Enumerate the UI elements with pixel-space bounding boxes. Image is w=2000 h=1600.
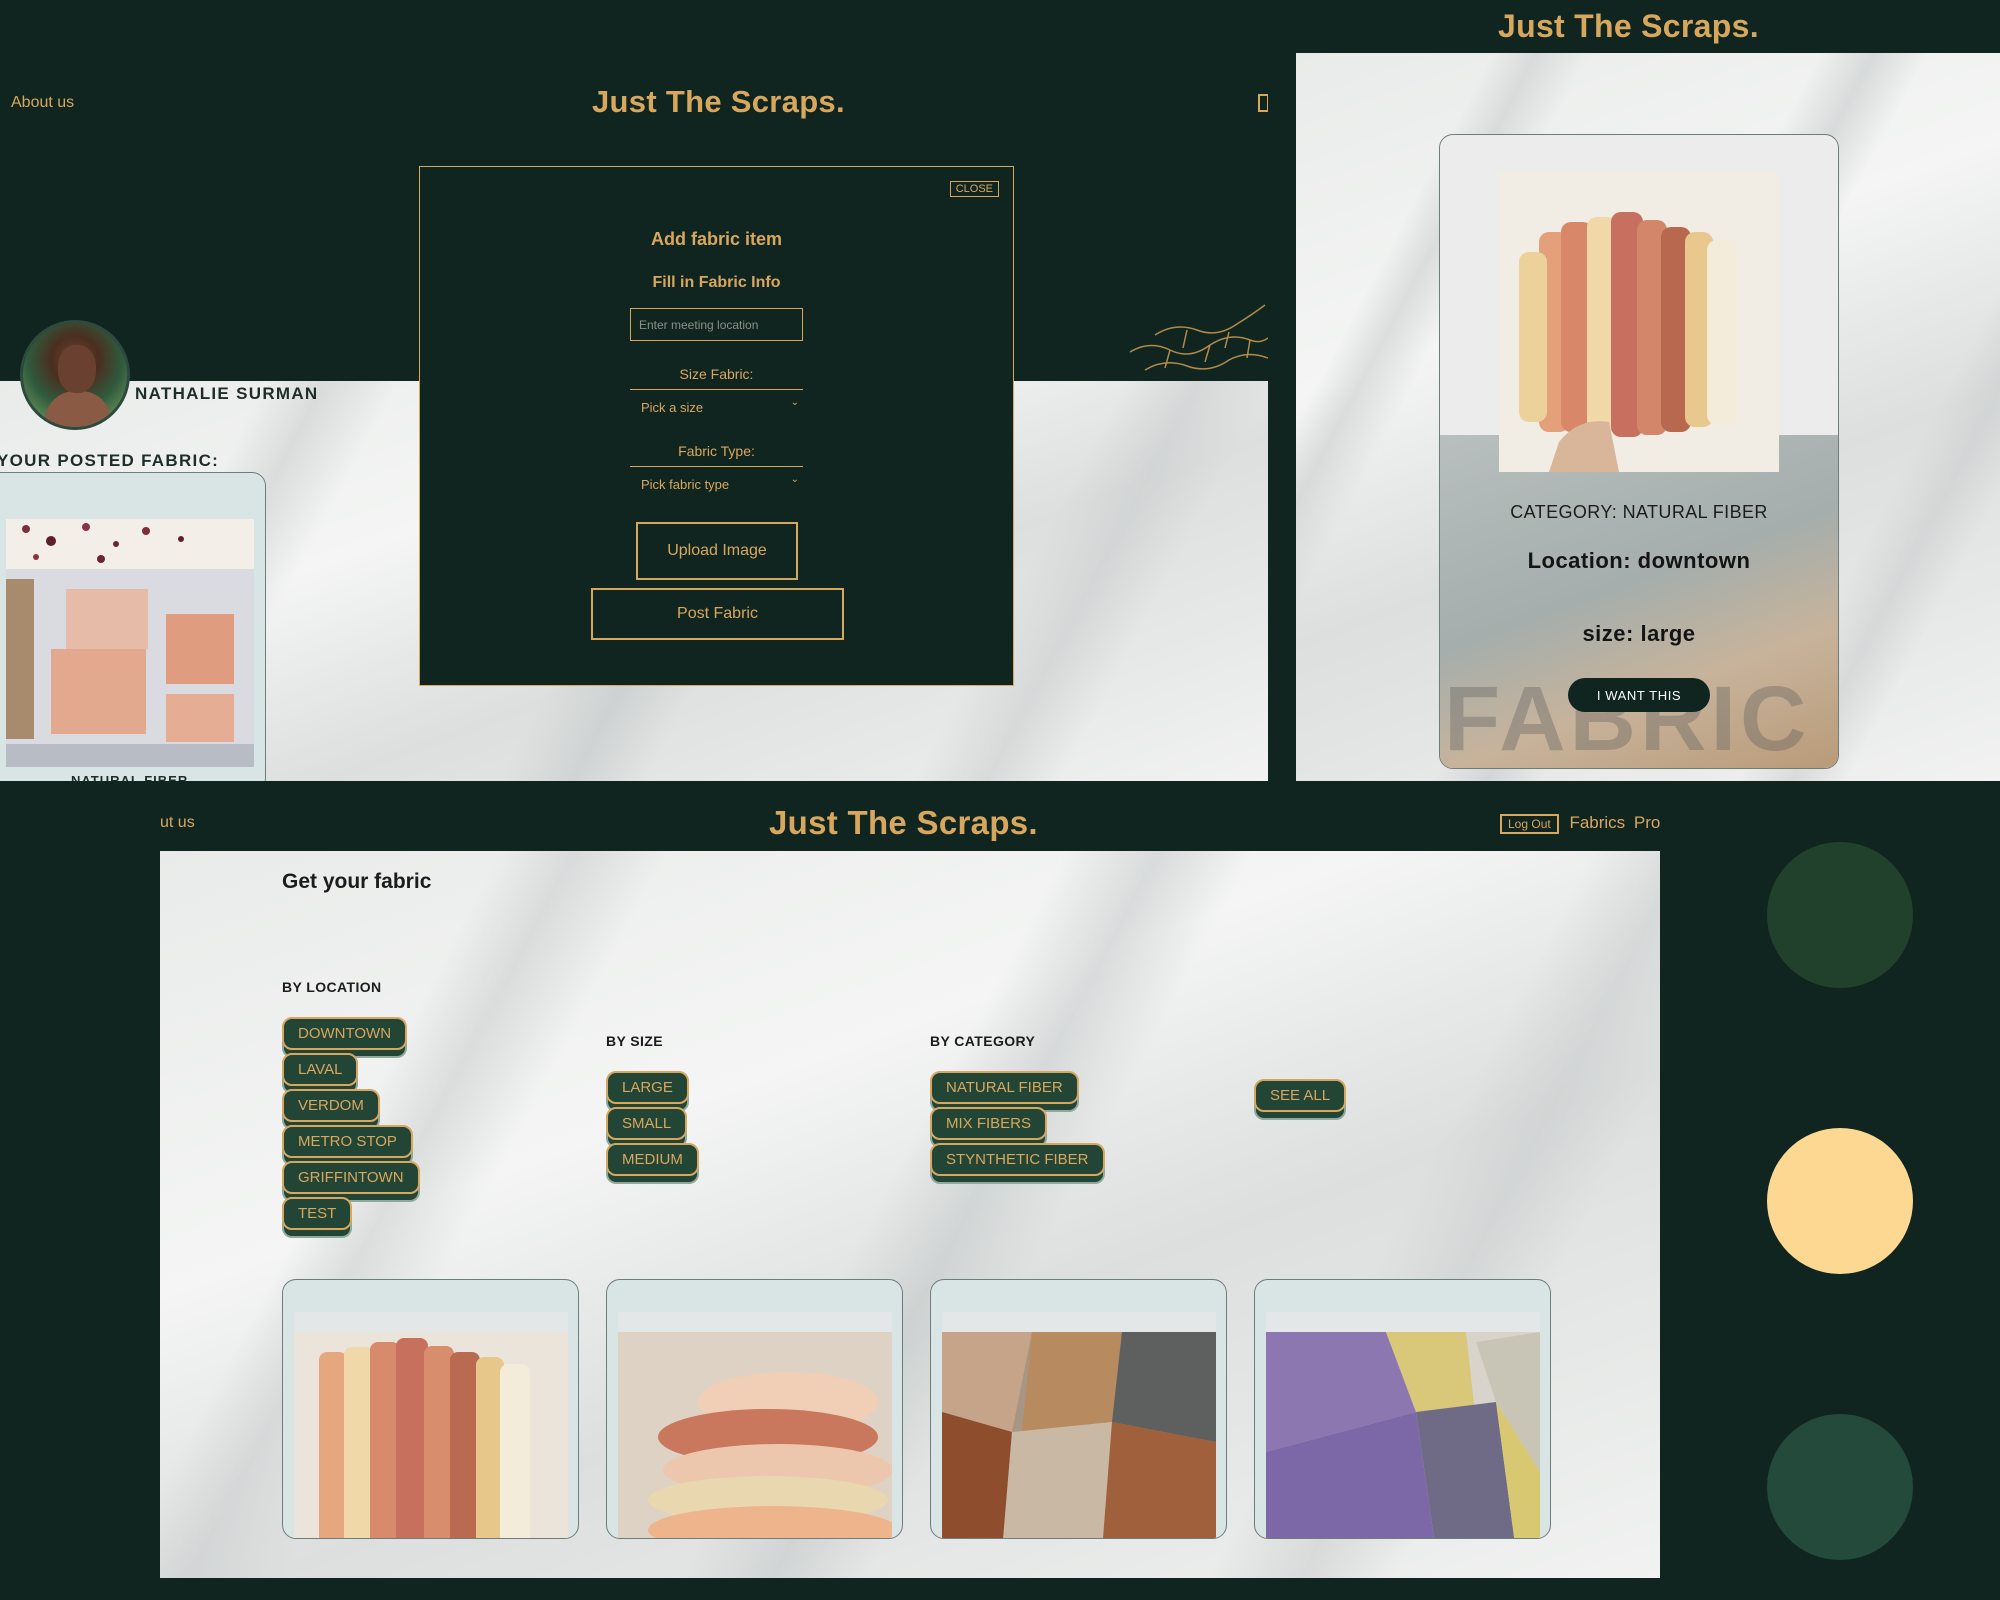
avatar[interactable] bbox=[20, 320, 130, 430]
filter-chip-category[interactable]: STYNTHETIC FIBER bbox=[930, 1143, 1105, 1176]
filter-chip-location[interactable]: VERDOM bbox=[282, 1089, 380, 1122]
i-want-this-button[interactable]: I WANT THIS bbox=[1568, 678, 1710, 712]
color-swatch-teal-green bbox=[1767, 1414, 1913, 1560]
filter-chip-category[interactable]: MIX FIBERS bbox=[930, 1107, 1048, 1140]
fabric-type-select-value: Pick fabric type bbox=[641, 477, 730, 492]
fabric-image bbox=[6, 519, 254, 767]
brand-title: Just The Scraps. bbox=[1498, 8, 1759, 44]
fabric-card[interactable] bbox=[930, 1279, 1227, 1539]
detail-category: CATEGORY: NATURAL FIBER bbox=[1510, 502, 1768, 522]
profile-name: NATHALIE SURMAN bbox=[135, 384, 319, 403]
filter-chip-category[interactable]: NATURAL FIBER bbox=[930, 1071, 1079, 1104]
chevron-down-icon: ⌄ bbox=[790, 397, 799, 408]
chevron-down-icon: ⌄ bbox=[790, 474, 799, 485]
nav-fabrics-link[interactable]: Fabrics bbox=[1569, 813, 1625, 832]
fabric-type-select[interactable]: Pick fabric type ⌄ bbox=[630, 466, 803, 492]
filter-chip-location[interactable]: GRIFFINTOWN bbox=[282, 1161, 420, 1194]
brand-title: Just The Scraps. bbox=[592, 84, 845, 119]
filter-chip-size[interactable]: LARGE bbox=[606, 1071, 689, 1104]
profile-panel: About us Just The Scraps. NATHALIE SURMA… bbox=[0, 0, 1268, 781]
decorative-sketch bbox=[1129, 304, 1268, 371]
add-fabric-modal: CLOSE Add fabric item Fill in Fabric Inf… bbox=[419, 166, 1014, 686]
logout-button[interactable]: Log Out bbox=[1500, 814, 1559, 834]
filter-chip-size[interactable]: MEDIUM bbox=[606, 1143, 699, 1176]
meeting-location-input[interactable] bbox=[630, 308, 803, 341]
brand-title: Just The Scraps. bbox=[769, 804, 1038, 841]
fabric-detail-card: CATEGORY: NATURAL FIBER Location: downto… bbox=[1439, 134, 1839, 769]
filter-category-heading: BY CATEGORY bbox=[930, 1033, 1036, 1049]
size-label: Size Fabric: bbox=[679, 366, 754, 382]
filter-chip-location[interactable]: DOWNTOWN bbox=[282, 1017, 408, 1050]
filter-chip-location[interactable]: LAVAL bbox=[282, 1053, 359, 1086]
modal-title: Add fabric item bbox=[650, 229, 783, 249]
menu-icon[interactable] bbox=[1258, 94, 1268, 112]
filter-size-heading: BY SIZE bbox=[606, 1033, 664, 1049]
fabric-card[interactable] bbox=[1254, 1279, 1551, 1539]
posted-fabric-label: YOUR POSTED FABRIC: bbox=[0, 451, 220, 470]
size-select[interactable]: Pick a size ⌄ bbox=[630, 389, 803, 415]
posted-fabric-card[interactable]: NATURAL FIBER bbox=[0, 472, 266, 781]
filter-chip-location[interactable]: TEST bbox=[282, 1197, 353, 1230]
color-swatch-peach bbox=[1767, 1128, 1913, 1274]
filter-chip-size[interactable]: SMALL bbox=[606, 1107, 688, 1140]
detail-size: size: large bbox=[1582, 621, 1696, 646]
page-title: Get your fabric bbox=[282, 870, 432, 893]
fabric-image bbox=[942, 1312, 1216, 1538]
filter-chip-location[interactable]: METRO STOP bbox=[282, 1125, 413, 1158]
fabric-detail-panel: Just The Scraps. CATEGORY: NATURAL FIBER… bbox=[1296, 0, 2000, 781]
fabric-image bbox=[1266, 1312, 1540, 1538]
fabric-card[interactable] bbox=[606, 1279, 903, 1539]
size-select-value: Pick a size bbox=[641, 400, 704, 415]
nav-profile-link[interactable]: Prof bbox=[1634, 813, 1660, 832]
modal-subtitle: Fill in Fabric Info bbox=[652, 274, 781, 291]
browse-panel: ut us Just The Scraps. Log Out Fabrics P… bbox=[160, 781, 1660, 1578]
nav-about-link[interactable]: About us bbox=[11, 94, 74, 112]
nav-about-link[interactable]: ut us bbox=[160, 814, 195, 832]
top-nav: Log Out Fabrics Prof bbox=[1500, 813, 1660, 834]
detail-location: Location: downtown bbox=[1527, 548, 1751, 573]
post-fabric-button[interactable]: Post Fabric bbox=[591, 588, 844, 640]
fabric-image bbox=[1499, 172, 1779, 472]
upload-image-button[interactable]: Upload Image bbox=[636, 522, 798, 580]
filter-location-heading: BY LOCATION bbox=[282, 979, 382, 995]
fabric-image bbox=[618, 1312, 892, 1538]
fabric-card[interactable] bbox=[282, 1279, 579, 1539]
posted-card-category: NATURAL FIBER bbox=[71, 773, 189, 781]
fabric-type-label: Fabric Type: bbox=[678, 443, 755, 459]
fabric-image bbox=[294, 1312, 568, 1538]
color-swatch-dark-green bbox=[1767, 842, 1913, 988]
see-all-button[interactable]: SEE ALL bbox=[1254, 1079, 1347, 1112]
close-button[interactable]: CLOSE bbox=[949, 181, 999, 197]
